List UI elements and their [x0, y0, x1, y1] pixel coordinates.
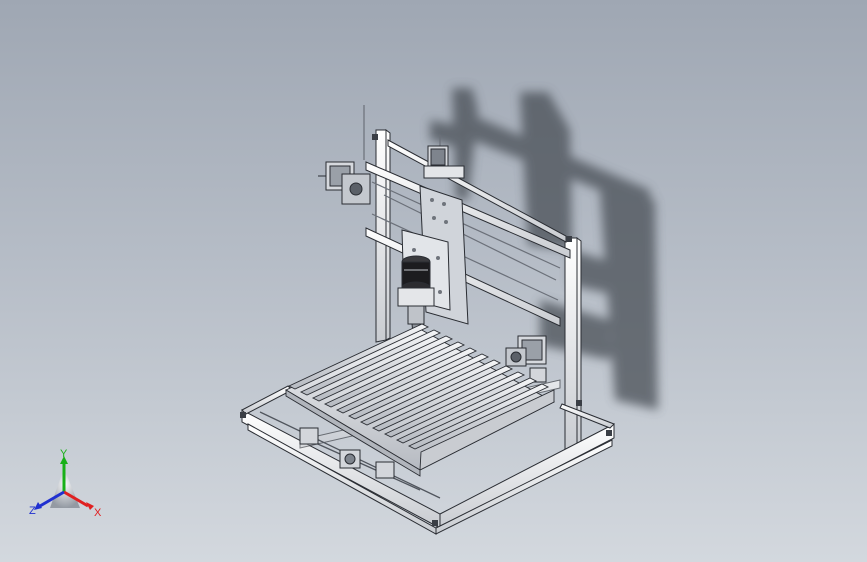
base-right-motor: [505, 335, 547, 367]
graphics-viewport[interactable]: Y X Z: [0, 0, 867, 562]
t-slot-bed: [285, 323, 555, 477]
y-axis-label: Y: [60, 448, 68, 460]
cnc-router-model[interactable]: [0, 0, 867, 562]
x-axis-label: X: [94, 507, 102, 519]
z-axis-label: Z: [29, 505, 36, 517]
gantry-left-motor: [318, 161, 371, 205]
axis-triad: Y X Z: [29, 448, 102, 519]
